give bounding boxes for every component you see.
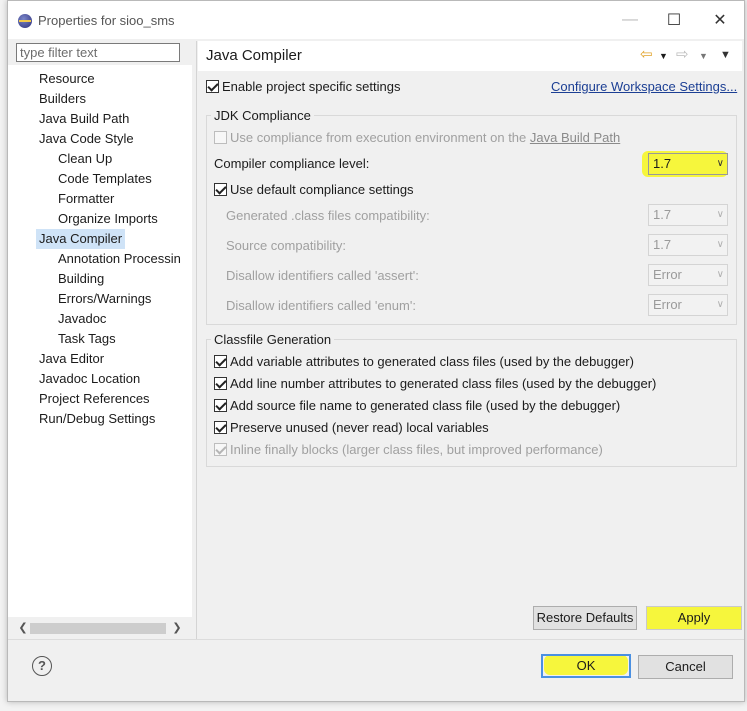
tree-item-formatter[interactable]: Formatter [58, 189, 114, 209]
use-default-checkbox[interactable] [214, 183, 227, 196]
tree-item-organize-imports[interactable]: Organize Imports [58, 209, 158, 229]
source-compat-value: 1.7 [653, 237, 672, 252]
enable-specific-checkbox[interactable] [206, 80, 219, 93]
compliance-level-label: Compiler compliance level: [214, 156, 370, 171]
back-arrow-icon[interactable]: ⇦ [640, 45, 653, 63]
opt-source-file-checkbox[interactable] [214, 399, 227, 412]
tree-item-run-debug-settings[interactable]: Run/Debug Settings [39, 409, 155, 429]
eclipse-icon [18, 14, 32, 28]
scroll-left-icon[interactable]: ❮ [16, 621, 30, 636]
scroll-right-icon[interactable]: ❯ [170, 621, 184, 636]
cancel-button[interactable]: Cancel [638, 655, 733, 679]
title-bar: Properties for sioo_sms — ☐ ✕ [8, 1, 744, 39]
opt-inline-finally-label: Inline finally blocks (larger class file… [230, 442, 603, 457]
button-bar-separator [8, 639, 744, 640]
minimize-icon[interactable]: — [608, 7, 652, 33]
disallow-assert-select[interactable]: Error ∨ [648, 264, 728, 286]
source-compat-select[interactable]: 1.7 ∨ [648, 234, 728, 256]
disallow-assert-label: Disallow identifiers called 'assert': [226, 268, 419, 283]
opt-source-file-label: Add source file name to generated class … [230, 398, 621, 413]
page-title: Java Compiler [206, 47, 302, 64]
opt-line-number-checkbox[interactable] [214, 377, 227, 390]
enable-specific-label: Enable project specific settings [222, 79, 401, 94]
ok-button[interactable]: OK [541, 654, 631, 678]
tree-item-task-tags[interactable]: Task Tags [58, 329, 116, 349]
forward-menu-icon[interactable]: ▼ [699, 51, 708, 61]
tree-item-code-templates[interactable]: Code Templates [58, 169, 152, 189]
compliance-level-value: 1.7 [653, 156, 672, 171]
tree-item-building[interactable]: Building [58, 269, 104, 289]
tree-item-resource[interactable]: Resource [39, 69, 95, 89]
window-title: Properties for sioo_sms [38, 13, 175, 28]
generated-compat-value: 1.7 [653, 207, 672, 222]
forward-arrow-icon[interactable]: ⇨ [676, 45, 689, 63]
use-default-label: Use default compliance settings [230, 182, 414, 197]
scroll-thumb[interactable] [30, 623, 166, 634]
properties-dialog: Properties for sioo_sms — ☐ ✕ Resource B… [7, 0, 745, 702]
tree-item-java-editor[interactable]: Java Editor [39, 349, 104, 369]
filter-input[interactable] [16, 43, 180, 62]
java-build-path-link[interactable]: Java Build Path [530, 130, 620, 145]
classfile-generation-title: Classfile Generation [211, 332, 335, 347]
opt-preserve-unused-label: Preserve unused (never read) local varia… [230, 420, 489, 435]
preference-tree: Resource Builders Java Build Path Java C… [8, 65, 192, 617]
configure-workspace-link[interactable]: Configure Workspace Settings... [551, 79, 737, 94]
tree-item-annotation-processing[interactable]: Annotation Processin [58, 249, 181, 269]
tree-horizontal-scrollbar[interactable]: ❮ ❯ [16, 621, 184, 636]
maximize-icon[interactable]: ☐ [652, 7, 696, 33]
help-icon[interactable]: ? [32, 656, 52, 676]
opt-line-number-label: Add line number attributes to generated … [230, 376, 657, 391]
disallow-enum-value: Error [653, 297, 682, 312]
tree-item-java-build-path[interactable]: Java Build Path [39, 109, 129, 129]
chevron-down-icon: ∨ [716, 209, 724, 220]
use-env-checkbox[interactable] [214, 131, 227, 144]
tree-item-java-code-style[interactable]: Java Code Style [39, 129, 134, 149]
disallow-enum-label: Disallow identifiers called 'enum': [226, 298, 416, 313]
tree-item-errors-warnings[interactable]: Errors/Warnings [58, 289, 151, 309]
opt-variable-attributes-label: Add variable attributes to generated cla… [230, 354, 634, 369]
disallow-enum-select[interactable]: Error ∨ [648, 294, 728, 316]
back-menu-icon[interactable]: ▼ [659, 51, 668, 61]
chevron-down-icon: ∨ [716, 269, 724, 280]
tree-item-clean-up[interactable]: Clean Up [58, 149, 112, 169]
jdk-compliance-title: JDK Compliance [211, 108, 314, 123]
source-compat-label: Source compatibility: [226, 238, 346, 253]
close-icon[interactable]: ✕ [698, 7, 742, 33]
tree-item-javadoc-location[interactable]: Javadoc Location [39, 369, 140, 389]
generated-compat-label: Generated .class files compatibility: [226, 208, 430, 223]
disallow-assert-value: Error [653, 267, 682, 282]
opt-inline-finally-checkbox[interactable] [214, 443, 227, 456]
use-env-label: Use compliance from execution environmen… [230, 130, 620, 145]
generated-compat-select[interactable]: 1.7 ∨ [648, 204, 728, 226]
tree-item-java-compiler[interactable]: Java Compiler [36, 229, 126, 249]
view-menu-icon[interactable]: ▼ [720, 49, 731, 61]
apply-button[interactable]: Apply [646, 606, 742, 630]
sash-divider[interactable] [196, 41, 197, 639]
opt-variable-attributes-checkbox[interactable] [214, 355, 227, 368]
use-env-text: Use compliance from execution environmen… [230, 130, 530, 145]
tree-item-javadoc[interactable]: Javadoc [58, 309, 106, 329]
tree-item-builders[interactable]: Builders [39, 89, 86, 109]
compliance-level-select[interactable]: 1.7 ∨ [648, 153, 728, 175]
chevron-down-icon: ∨ [716, 158, 724, 169]
chevron-down-icon: ∨ [716, 239, 724, 250]
chevron-down-icon: ∨ [716, 299, 724, 310]
tree-item-project-references[interactable]: Project References [39, 389, 150, 409]
opt-preserve-unused-checkbox[interactable] [214, 421, 227, 434]
restore-defaults-button[interactable]: Restore Defaults [533, 606, 637, 630]
